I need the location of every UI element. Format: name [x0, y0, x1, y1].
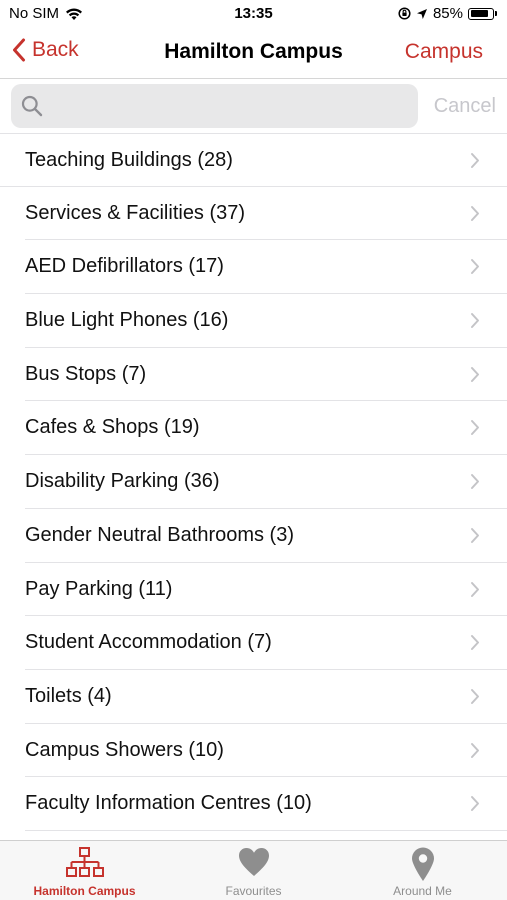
list-item[interactable]: Disability Parking (36) [25, 455, 507, 509]
tab-favourites[interactable]: Favourites [169, 841, 338, 900]
heart-icon [238, 848, 269, 876]
list-item-label: Gender Neutral Bathrooms (3) [25, 523, 295, 546]
chevron-right-icon [471, 474, 479, 490]
battery-fill [470, 10, 488, 17]
search-icon [21, 95, 43, 117]
list-item[interactable]: Pay Parking (11) [25, 563, 507, 617]
chevron-right-icon [471, 153, 479, 168]
chevron-right-icon [471, 635, 479, 651]
list-item-label: Student Accommodation (7) [25, 631, 272, 654]
list-item-label: Services & Facilities (37) [25, 201, 246, 224]
list-item-label: Faculty Information Centres (10) [25, 792, 312, 815]
cancel-button[interactable]: Cancel [434, 95, 496, 118]
list-item[interactable]: Toilets (4) [25, 670, 507, 724]
list-item[interactable]: Cafes & Shops (19) [25, 401, 507, 456]
tab-hamilton-campus[interactable]: Hamilton Campus [0, 841, 169, 900]
chevron-right-icon [471, 527, 479, 543]
location-arrow-icon [416, 8, 427, 19]
list-item-label: Toilets (4) [25, 684, 112, 707]
campus-button[interactable]: Campus [405, 40, 483, 64]
list-item[interactable]: AED Defibrillators (17) [25, 240, 507, 295]
tab-around-me[interactable]: Around Me [338, 841, 507, 900]
list-item-label: Teaching Buildings (28) [25, 149, 233, 171]
list-item-label: AED Defibrillators (17) [25, 255, 224, 278]
tab-bar: Hamilton Campus Favourites Around Me [0, 840, 507, 900]
category-list: Teaching Buildings (28) Services & Facili… [0, 133, 507, 840]
list-item[interactable]: Student Accommodation (7) [25, 616, 507, 670]
list-item[interactable]: Blue Light Phones (16) [25, 294, 507, 348]
list-item[interactable]: Gender Neutral Bathrooms (3) [25, 509, 507, 563]
location-pin-icon [411, 847, 434, 881]
tab-label: Favourites [225, 884, 282, 898]
chevron-right-icon [471, 581, 479, 597]
orientation-lock-icon [398, 7, 411, 20]
battery-percent: 85% [432, 5, 463, 22]
chevron-right-icon [471, 366, 479, 382]
list-item-label: Pay Parking (11) [25, 577, 173, 600]
chevron-right-icon [471, 796, 479, 812]
chevron-right-icon [471, 742, 479, 758]
list-item-label: Disability Parking (36) [25, 470, 220, 493]
battery-icon [468, 7, 494, 20]
sitemap-icon [65, 847, 104, 877]
list-item-label: Campus Showers (10) [25, 738, 224, 761]
list-item[interactable]: Teaching Buildings (28) [0, 133, 507, 187]
list-item[interactable]: Services & Facilities (37) [25, 187, 507, 241]
status-right: 85% [398, 5, 497, 22]
search-input[interactable] [55, 92, 414, 122]
list-item[interactable]: Campus Showers (10) [25, 724, 507, 778]
tab-label: Around Me [393, 884, 452, 898]
chevron-right-icon [471, 688, 479, 704]
status-bar: No SIM 13:35 85% [0, 0, 507, 28]
tab-label: Hamilton Campus [33, 884, 136, 898]
chevron-right-icon [471, 420, 479, 436]
list-item-label: Blue Light Phones (16) [25, 309, 229, 332]
navigation-bar: Back Hamilton Campus Campus [0, 28, 507, 78]
list-item-label: Cafes & Shops (19) [25, 416, 200, 439]
search-row: Cancel [0, 79, 507, 133]
chevron-right-icon [471, 205, 479, 221]
battery-cap [495, 11, 497, 16]
search-field[interactable] [11, 84, 418, 128]
list-item[interactable]: Faculty Information Centres (10) [25, 777, 507, 831]
chevron-right-icon [471, 313, 479, 329]
list-item-label: Bus Stops (7) [25, 362, 147, 385]
list-item[interactable]: Bus Stops (7) [25, 348, 507, 402]
chevron-right-icon [471, 259, 479, 275]
